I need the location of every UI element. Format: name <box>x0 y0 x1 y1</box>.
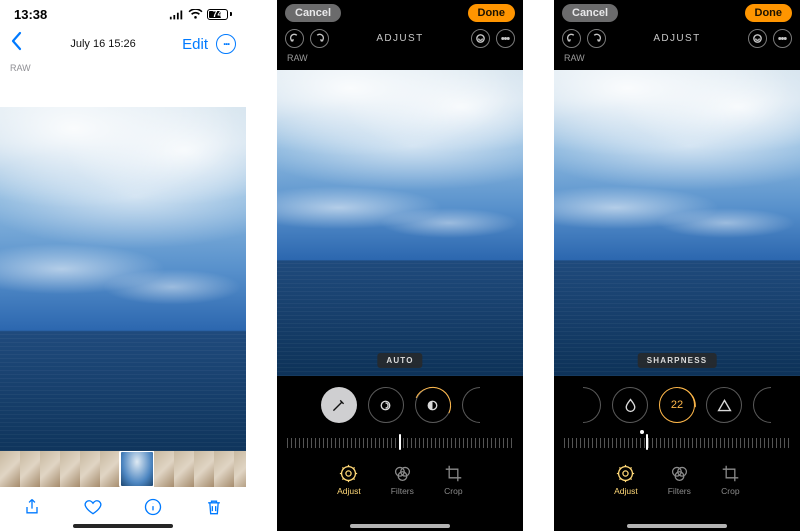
editor-tabs: Adjust Filters Crop <box>277 458 523 512</box>
prev-dial-peek[interactable] <box>583 387 601 423</box>
status-indicators: 74 <box>169 9 232 20</box>
wifi-icon <box>188 9 203 20</box>
markup-button[interactable] <box>748 29 767 48</box>
definition-dial[interactable] <box>706 387 742 423</box>
raw-badge: RAW <box>0 60 246 79</box>
photo-preview[interactable]: AUTO <box>277 70 523 376</box>
info-button[interactable] <box>143 497 163 522</box>
exposure-dial[interactable] <box>368 387 404 423</box>
editor-tabs: Adjust Filters Crop <box>554 458 800 512</box>
tab-adjust[interactable]: Adjust <box>337 464 361 496</box>
delete-button[interactable] <box>204 497 224 522</box>
markup-button[interactable] <box>471 29 490 48</box>
value-ruler[interactable] <box>554 434 800 458</box>
photos-viewer-screen: 13:38 74 July 16 15:26 Edit ··· RAW <box>0 0 246 531</box>
redo-button[interactable] <box>310 29 329 48</box>
thumbnail-selected[interactable] <box>120 451 154 487</box>
done-button[interactable]: Done <box>468 4 516 22</box>
tab-crop[interactable]: Crop <box>721 464 740 496</box>
photo-preview[interactable] <box>0 107 246 467</box>
thumbnail-strip[interactable] <box>0 451 246 487</box>
cancel-button[interactable]: Cancel <box>562 4 618 22</box>
tab-crop[interactable]: Crop <box>444 464 463 496</box>
more-options-button[interactable] <box>496 29 515 48</box>
editor-sub-bar: ADJUST <box>277 26 523 50</box>
share-button[interactable] <box>22 497 42 522</box>
photo-preview[interactable]: SHARPNESS <box>554 70 800 376</box>
more-options-button[interactable] <box>773 29 792 48</box>
sharpness-dial[interactable]: 22 <box>659 387 695 423</box>
home-indicator[interactable] <box>627 524 727 528</box>
cellular-icon <box>169 9 184 20</box>
undo-button[interactable] <box>562 29 581 48</box>
brilliance-dial[interactable] <box>415 387 451 423</box>
back-button[interactable] <box>10 31 24 57</box>
editor-screen-sharpness: Cancel Done ADJUST RAW SHARPNESS 22 <box>554 0 800 531</box>
auto-dial[interactable] <box>321 387 357 423</box>
battery-indicator: 74 <box>207 9 232 20</box>
editor-sub-bar: ADJUST <box>554 26 800 50</box>
photo-date: July 16 15:26 <box>24 38 182 50</box>
tab-adjust[interactable]: Adjust <box>614 464 638 496</box>
ruler-cursor[interactable] <box>399 434 401 450</box>
favorite-button[interactable] <box>83 497 103 522</box>
undo-button[interactable] <box>285 29 304 48</box>
status-time: 13:38 <box>14 7 47 22</box>
next-dial-peek[interactable] <box>753 387 771 423</box>
edit-button[interactable]: Edit <box>182 36 208 53</box>
parameter-label: SHARPNESS <box>638 353 717 368</box>
adjustment-dials[interactable]: 22 <box>554 376 800 434</box>
tab-filters[interactable]: Filters <box>391 464 414 496</box>
mode-title: ADJUST <box>653 33 700 44</box>
nav-bar: July 16 15:26 Edit ··· <box>0 28 246 60</box>
ruler-origin-dot <box>640 430 644 434</box>
parameter-label: AUTO <box>377 353 422 368</box>
redo-button[interactable] <box>587 29 606 48</box>
tint-dial[interactable] <box>612 387 648 423</box>
tab-filters[interactable]: Filters <box>668 464 691 496</box>
raw-badge: RAW <box>277 50 523 69</box>
mode-title: ADJUST <box>376 33 423 44</box>
home-indicator[interactable] <box>73 524 173 528</box>
ruler-cursor[interactable] <box>646 434 648 450</box>
sharpness-value: 22 <box>671 399 683 411</box>
cancel-button[interactable]: Cancel <box>285 4 341 22</box>
raw-badge: RAW <box>554 50 800 69</box>
done-button[interactable]: Done <box>745 4 793 22</box>
next-dial-peek[interactable] <box>462 387 480 423</box>
adjustment-dials[interactable] <box>277 376 523 434</box>
editor-top-bar: Cancel Done <box>277 0 523 26</box>
home-indicator[interactable] <box>350 524 450 528</box>
value-ruler[interactable] <box>277 434 523 458</box>
editor-screen-auto: Cancel Done ADJUST RAW AUTO <box>277 0 523 531</box>
more-button[interactable]: ··· <box>216 34 236 54</box>
status-bar: 13:38 74 <box>0 0 246 28</box>
editor-top-bar: Cancel Done <box>554 0 800 26</box>
